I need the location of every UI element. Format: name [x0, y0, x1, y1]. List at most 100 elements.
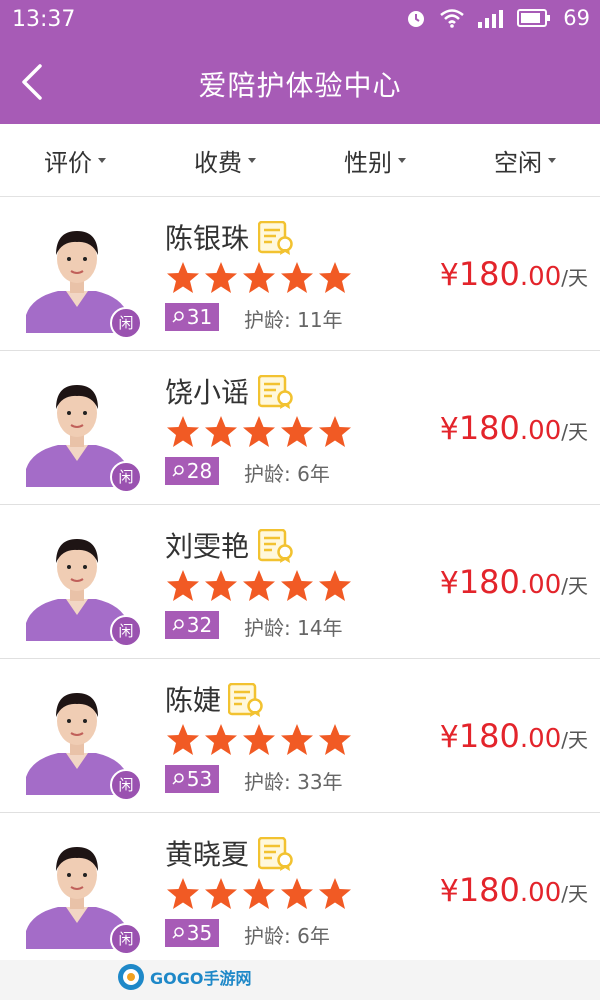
- battery-level: 69: [563, 6, 590, 30]
- star-icon: [205, 262, 237, 293]
- available-badge: 闲: [110, 615, 142, 647]
- caregiver-row[interactable]: 闲 饶小谣 28 护龄: 6年 ¥180.00/天: [0, 351, 600, 505]
- price-decimal: .00: [519, 724, 562, 754]
- star-icon: [281, 416, 313, 447]
- caregiver-row[interactable]: 闲 黄晓夏 35 护龄: 6年 ¥180.00/天: [0, 813, 600, 967]
- star-icon: [205, 416, 237, 447]
- star-icon: [243, 724, 275, 755]
- available-badge: 闲: [110, 923, 142, 955]
- star-icon: [319, 570, 351, 601]
- star-icon: [319, 262, 351, 293]
- review-count: 35: [186, 921, 213, 945]
- watermark: GOGO手游网: [116, 962, 251, 992]
- price-integer: 180: [458, 255, 520, 293]
- filter-rating[interactable]: 评价: [0, 124, 150, 196]
- caret-down-icon: [548, 157, 556, 163]
- price-unit: /天: [561, 420, 588, 444]
- star-icon: [319, 724, 351, 755]
- alarm-icon: [408, 11, 425, 27]
- review-count: 32: [186, 613, 213, 637]
- comment-icon: [172, 619, 184, 631]
- comment-icon: [172, 773, 184, 785]
- filter-gender[interactable]: 性别: [300, 124, 450, 196]
- filter-bar: 评价 收费 性别 空闲: [0, 124, 600, 197]
- star-icon: [167, 570, 199, 601]
- review-count: 31: [186, 305, 213, 329]
- star-icon: [243, 262, 275, 293]
- currency-symbol: ¥: [439, 566, 459, 601]
- star-icon: [243, 416, 275, 447]
- filter-label: 评价: [44, 148, 92, 177]
- star-icon: [205, 570, 237, 601]
- star-icon: [319, 878, 351, 909]
- star-icon: [205, 724, 237, 755]
- caregiver-row[interactable]: 闲 陈婕 53 护龄: 33年 ¥180.00/天: [0, 659, 600, 813]
- caregiver-row[interactable]: 闲 陈银珠 31 护龄: 11年 ¥180.00/天: [0, 197, 600, 351]
- currency-symbol: ¥: [439, 874, 459, 909]
- experience-years: 护龄: 6年: [244, 924, 330, 948]
- star-icon: [243, 570, 275, 601]
- status-icons: 69: [405, 6, 590, 30]
- rating-stars: [166, 569, 352, 603]
- certificate-icon: [258, 375, 293, 409]
- comment-icon: [172, 311, 184, 323]
- review-count-badge: 28: [165, 457, 219, 485]
- star-icon: [319, 416, 351, 447]
- star-icon: [243, 878, 275, 909]
- certificate-icon: [258, 221, 293, 255]
- price-unit: /天: [561, 728, 588, 752]
- star-icon: [281, 878, 313, 909]
- gogo-logo-icon: [118, 964, 144, 990]
- currency-symbol: ¥: [439, 258, 459, 293]
- daily-price: ¥180.00/天: [440, 563, 588, 601]
- filter-availability[interactable]: 空闲: [450, 124, 600, 196]
- caret-down-icon: [398, 157, 406, 163]
- currency-symbol: ¥: [439, 412, 459, 447]
- page-title: 爱陪护体验中心: [198, 69, 402, 102]
- price-unit: /天: [561, 574, 588, 598]
- currency-symbol: ¥: [439, 720, 459, 755]
- rating-stars: [166, 877, 352, 911]
- daily-price: ¥180.00/天: [440, 409, 588, 447]
- caregiver-name: 陈银珠: [165, 222, 250, 255]
- caret-down-icon: [98, 157, 106, 163]
- star-icon: [205, 878, 237, 909]
- comment-icon: [172, 927, 184, 939]
- experience-years: 护龄: 6年: [244, 462, 330, 486]
- review-count-badge: 31: [165, 303, 219, 331]
- watermark-text: GOGO手游网: [150, 969, 252, 988]
- comment-icon: [172, 465, 184, 477]
- caregiver-row[interactable]: 闲 刘雯艳 32 护龄: 14年 ¥180.00/天: [0, 505, 600, 659]
- available-badge: 闲: [110, 307, 142, 339]
- price-integer: 180: [458, 409, 520, 447]
- rating-stars: [166, 261, 352, 295]
- rating-stars: [166, 415, 352, 449]
- available-badge: 闲: [110, 461, 142, 493]
- daily-price: ¥180.00/天: [440, 255, 588, 293]
- price-decimal: .00: [519, 878, 562, 908]
- star-icon: [167, 262, 199, 293]
- star-icon: [281, 570, 313, 601]
- caregiver-name: 黄晓夏: [165, 838, 250, 871]
- battery-icon: [517, 9, 551, 27]
- review-count: 28: [186, 459, 213, 483]
- certificate-icon: [258, 529, 293, 563]
- price-integer: 180: [458, 717, 520, 755]
- review-count: 53: [186, 767, 213, 791]
- price-unit: /天: [561, 266, 588, 290]
- caregiver-name: 饶小谣: [165, 376, 250, 409]
- signal-icon: [478, 10, 504, 28]
- certificate-icon: [228, 683, 263, 717]
- price-integer: 180: [458, 871, 520, 909]
- price-decimal: .00: [519, 262, 562, 292]
- filter-label: 性别: [344, 148, 392, 177]
- caregiver-list: 闲 陈银珠 31 护龄: 11年 ¥180.00/天 闲 饶小谣 28 护龄: …: [0, 197, 600, 967]
- review-count-badge: 35: [165, 919, 219, 947]
- app-header: 爱陪护体验中心: [0, 40, 600, 124]
- star-icon: [167, 878, 199, 909]
- review-count-badge: 32: [165, 611, 219, 639]
- price-decimal: .00: [519, 416, 562, 446]
- star-icon: [281, 262, 313, 293]
- review-count-badge: 53: [165, 765, 219, 793]
- filter-price[interactable]: 收费: [150, 124, 300, 196]
